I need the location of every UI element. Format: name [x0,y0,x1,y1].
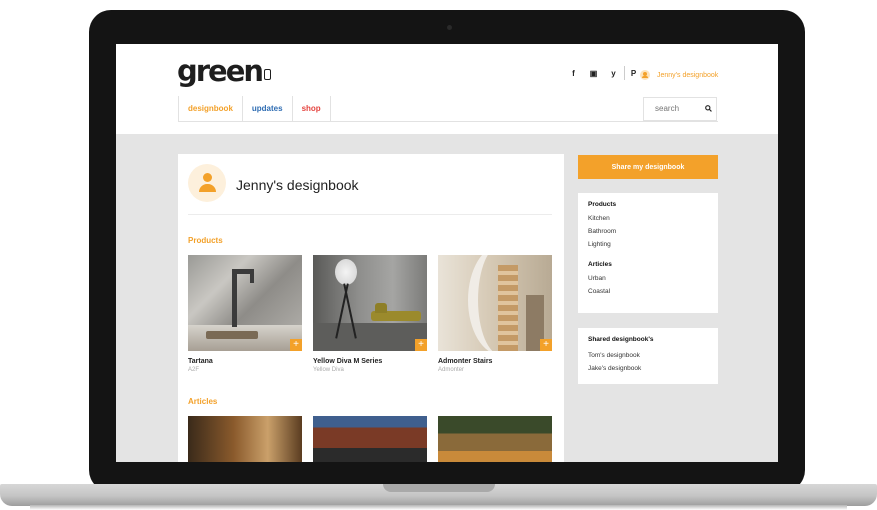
filter-articles-heading: Articles [588,261,612,268]
filter-link[interactable]: Lighting [588,238,708,251]
user-icon [640,70,650,80]
filter-link[interactable]: Kitchen [588,212,708,225]
search-icon[interactable] [705,105,712,112]
product-brand: Yellow Diva [313,367,344,373]
pinterest-icon[interactable]: P [629,69,638,78]
product-image[interactable]: + [313,255,427,351]
shared-link[interactable]: Jake's designbook [588,362,708,375]
user-designbook-link[interactable]: Jenny's designbook [640,70,718,80]
article-image[interactable] [188,416,302,462]
search-input[interactable] [653,103,701,114]
product-image[interactable]: + [188,255,302,351]
article-image[interactable] [438,416,552,462]
product-card[interactable]: + Tartana A2F [188,255,302,373]
products-heading: Products [188,236,223,245]
browser-screen: green f ▣ y P Jenny's designbook designb… [116,44,778,462]
tab-updates[interactable]: updates [241,96,292,121]
filter-link[interactable]: Coastal [588,285,708,298]
logo-mark-icon [264,69,272,80]
laptop-shadow [30,505,847,510]
articles-heading: Articles [188,397,218,406]
add-icon[interactable]: + [290,339,302,351]
social-links: f ▣ y P [569,69,638,78]
site-logo[interactable]: green [177,54,272,88]
add-icon[interactable]: + [540,339,552,351]
product-brand: A2F [188,367,200,373]
filter-link[interactable]: Urban [588,272,708,285]
designbook-card: Jenny's designbook Products + Tartana A2… [178,154,564,462]
tab-shop[interactable]: shop [291,96,331,121]
tab-designbook[interactable]: designbook [178,96,242,121]
share-designbook-button[interactable]: Share my designbook [578,155,718,179]
article-image[interactable] [313,416,427,462]
shared-link[interactable]: Tom's designbook [588,349,708,362]
camera-icon [447,25,452,30]
twitter-icon[interactable]: y [609,69,618,78]
product-name: Admonter Stairs [438,358,493,365]
filter-products-heading: Products [588,201,617,208]
shared-designbooks-box: Shared designbook's Tom's designbook Jak… [578,328,718,384]
facebook-icon[interactable]: f [569,69,578,78]
filter-box: Products Kitchen Bathroom Lighting Artic… [578,193,718,313]
instagram-icon[interactable]: ▣ [589,69,598,78]
avatar [188,164,226,202]
product-card[interactable]: + Yellow Diva M Series Yellow Diva [313,255,427,373]
product-brand: Admonter [438,367,465,373]
search-box [643,97,717,121]
add-icon[interactable]: + [415,339,427,351]
product-image[interactable]: + [438,255,552,351]
laptop-notch [383,484,495,492]
shared-heading: Shared designbook's [588,336,654,343]
user-link-label: Jenny's designbook [657,71,719,79]
site-header: green f ▣ y P Jenny's designbook designb… [116,44,778,134]
header-divider [624,66,625,80]
product-name: Yellow Diva M Series [313,358,383,365]
logo-text: green [177,54,264,88]
product-card[interactable]: + Admonter Stairs Admonter [438,255,552,373]
divider [188,214,552,215]
product-name: Tartana [188,358,213,365]
filter-link[interactable]: Bathroom [588,225,708,238]
main-nav: designbook updates shop [178,96,718,122]
page-title: Jenny's designbook [236,177,359,193]
